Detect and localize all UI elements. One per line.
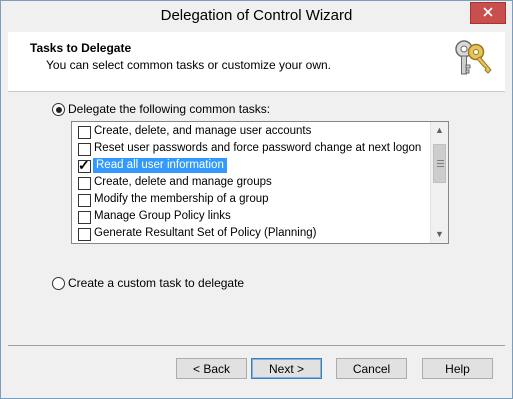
- tasks-listbox[interactable]: Create, delete, and manage user accounts…: [71, 121, 449, 244]
- cancel-button[interactable]: Cancel: [336, 358, 407, 379]
- vertical-scrollbar[interactable]: ▲ ▼: [430, 122, 448, 243]
- task-item-2[interactable]: ✓ Read all user information: [76, 157, 431, 174]
- task-item-6[interactable]: Generate Resultant Set of Policy (Planni…: [76, 226, 431, 242]
- wizard-header: Tasks to Delegate You can select common …: [8, 32, 505, 92]
- task-label: Generate Resultant Set of Policy (Planni…: [94, 227, 317, 239]
- grip-line: [437, 163, 444, 164]
- check-mark-icon: ✓: [78, 157, 90, 173]
- task-item-4[interactable]: Modify the membership of a group: [76, 192, 431, 208]
- footer-divider: [8, 345, 505, 346]
- task-checkbox[interactable]: [78, 177, 91, 190]
- task-label: Create, delete, and manage user accounts: [94, 125, 312, 137]
- tasks-list: Create, delete, and manage user accounts…: [72, 122, 431, 243]
- scroll-up-icon[interactable]: ▲: [434, 124, 445, 136]
- task-checkbox[interactable]: [78, 211, 91, 224]
- wizard-window: Delegation of Control Wizard Tasks to De…: [0, 0, 513, 399]
- task-item-3[interactable]: Create, delete and manage groups: [76, 175, 431, 191]
- task-label: Create, delete and manage groups: [94, 176, 272, 188]
- radio-custom-task-label[interactable]: Create a custom task to delegate: [68, 276, 244, 290]
- task-checkbox[interactable]: [78, 143, 91, 156]
- task-checkbox[interactable]: [78, 126, 91, 139]
- next-button[interactable]: Next >: [251, 358, 322, 379]
- scroll-down-icon[interactable]: ▼: [434, 228, 445, 240]
- radio-common-tasks[interactable]: [52, 103, 65, 116]
- header-title: Tasks to Delegate: [30, 41, 132, 55]
- keys-icon: [451, 37, 495, 81]
- radio-custom-task[interactable]: [52, 277, 65, 290]
- close-button[interactable]: [470, 2, 506, 24]
- task-label: Read all user information: [93, 158, 227, 173]
- grip-line: [437, 160, 444, 161]
- task-item-0[interactable]: Create, delete, and manage user accounts: [76, 124, 431, 140]
- task-label: Modify the membership of a group: [94, 193, 269, 205]
- help-button[interactable]: Help: [422, 358, 493, 379]
- task-item-5[interactable]: Manage Group Policy links: [76, 209, 431, 225]
- wizard-content: Delegate the following common tasks: Cre…: [8, 92, 505, 342]
- title-bar[interactable]: Delegation of Control Wizard: [1, 1, 512, 32]
- task-checkbox[interactable]: ✓: [78, 157, 91, 173]
- header-subtitle: You can select common tasks or customize…: [46, 58, 332, 72]
- grip-line: [437, 166, 444, 167]
- close-icon: [482, 6, 494, 21]
- back-button[interactable]: < Back: [176, 358, 247, 379]
- task-label: Reset user passwords and force password …: [94, 142, 422, 154]
- task-checkbox[interactable]: [78, 228, 91, 241]
- window-title: Delegation of Control Wizard: [160, 7, 353, 24]
- scroll-thumb[interactable]: [433, 144, 446, 183]
- task-item-1[interactable]: Reset user passwords and force password …: [76, 141, 431, 157]
- task-checkbox[interactable]: [78, 194, 91, 207]
- radio-common-tasks-label[interactable]: Delegate the following common tasks:: [68, 102, 270, 116]
- task-label: Manage Group Policy links: [94, 210, 231, 222]
